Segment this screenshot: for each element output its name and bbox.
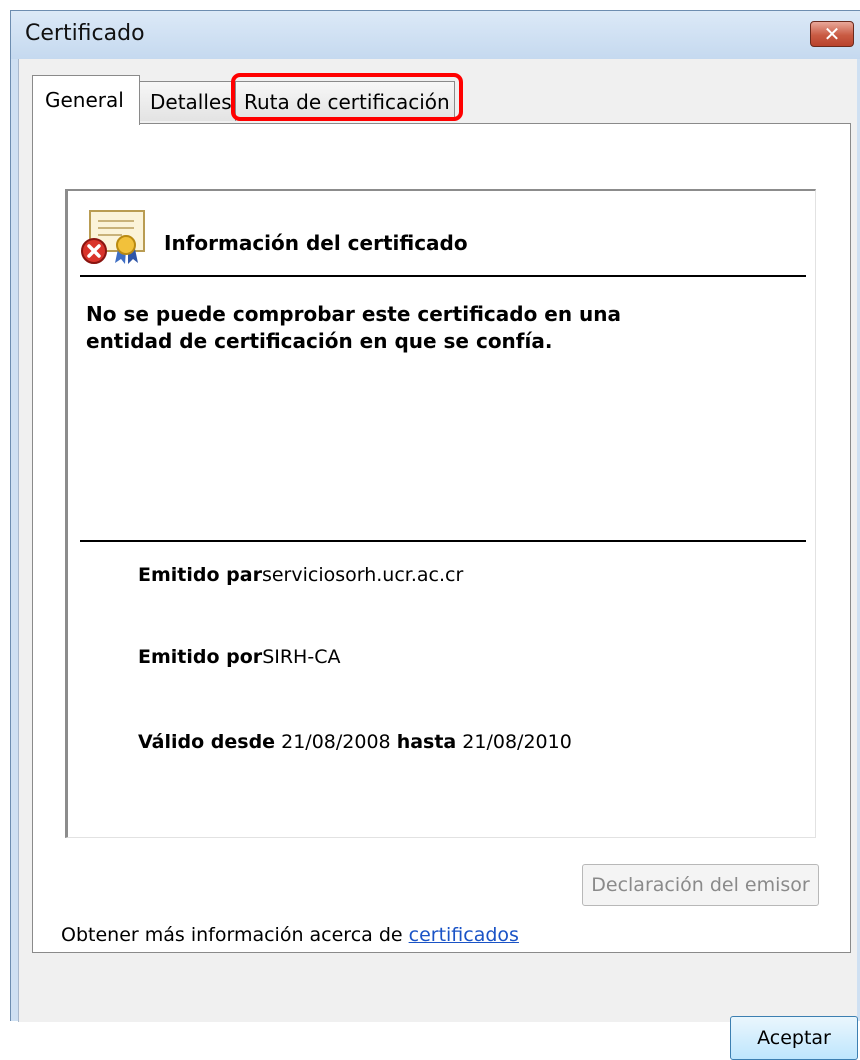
tab-detalles[interactable]: Detalles: [139, 81, 236, 121]
valid-to-label: hasta: [396, 731, 457, 753]
valid-from-label: Válido desde: [138, 731, 276, 753]
divider-top: [80, 275, 806, 277]
tab-general[interactable]: General: [32, 75, 140, 125]
general-tab-panel: Información del certificado No se puede …: [32, 123, 851, 953]
ok-button[interactable]: Aceptar: [730, 1016, 858, 1060]
issued-by-value: SIRH-CA: [262, 646, 341, 668]
issued-to-value: serviciosorh.ucr.ac.cr: [261, 564, 464, 586]
divider-bottom: [80, 540, 806, 542]
certificate-info-box: Información del certificado No se puede …: [65, 189, 816, 838]
tab-general-label: General: [45, 88, 124, 112]
untrusted-warning: No se puede comprobar este certificado e…: [86, 301, 706, 355]
close-button[interactable]: ✕: [810, 21, 854, 47]
issued-by-label: Emitido por: [138, 646, 263, 668]
info-title: Información del certificado: [164, 231, 468, 255]
issued-to-label: Emitido par: [138, 564, 262, 586]
more-info-label: Obtener más información acerca de: [61, 924, 409, 946]
window-title: Certificado: [25, 21, 145, 46]
valid-from-value: 21/08/2008: [281, 731, 391, 753]
validity-row: Válido desde 21/08/2008 hasta 21/08/2010: [138, 731, 572, 753]
certificates-link[interactable]: certificados: [409, 924, 519, 946]
warning-line-2: entidad de certificación en que se confí…: [86, 329, 553, 353]
valid-to-value: 21/08/2010: [462, 731, 572, 753]
warning-line-1: No se puede comprobar este certificado e…: [86, 302, 622, 326]
dialog-body: General Detalles Ruta de certificación I…: [18, 59, 858, 1060]
issuer-statement-button[interactable]: Declaración del emisor: [582, 864, 819, 906]
issued-by-row: Emitido porSIRH-CA: [138, 646, 340, 668]
certificate-error-icon: [81, 210, 145, 264]
more-info-text: Obtener más información acerca de certif…: [61, 924, 519, 946]
tab-detalles-label: Detalles: [150, 90, 232, 114]
red-highlight-annotation: [231, 73, 463, 121]
close-icon: ✕: [823, 22, 841, 46]
issued-to-row: Emitido parserviciosorh.ucr.ac.cr: [138, 564, 463, 586]
certificate-dialog: Certificado ✕ General Detalles Ruta de c…: [10, 10, 860, 1060]
title-bar: Certificado ✕: [11, 11, 860, 59]
